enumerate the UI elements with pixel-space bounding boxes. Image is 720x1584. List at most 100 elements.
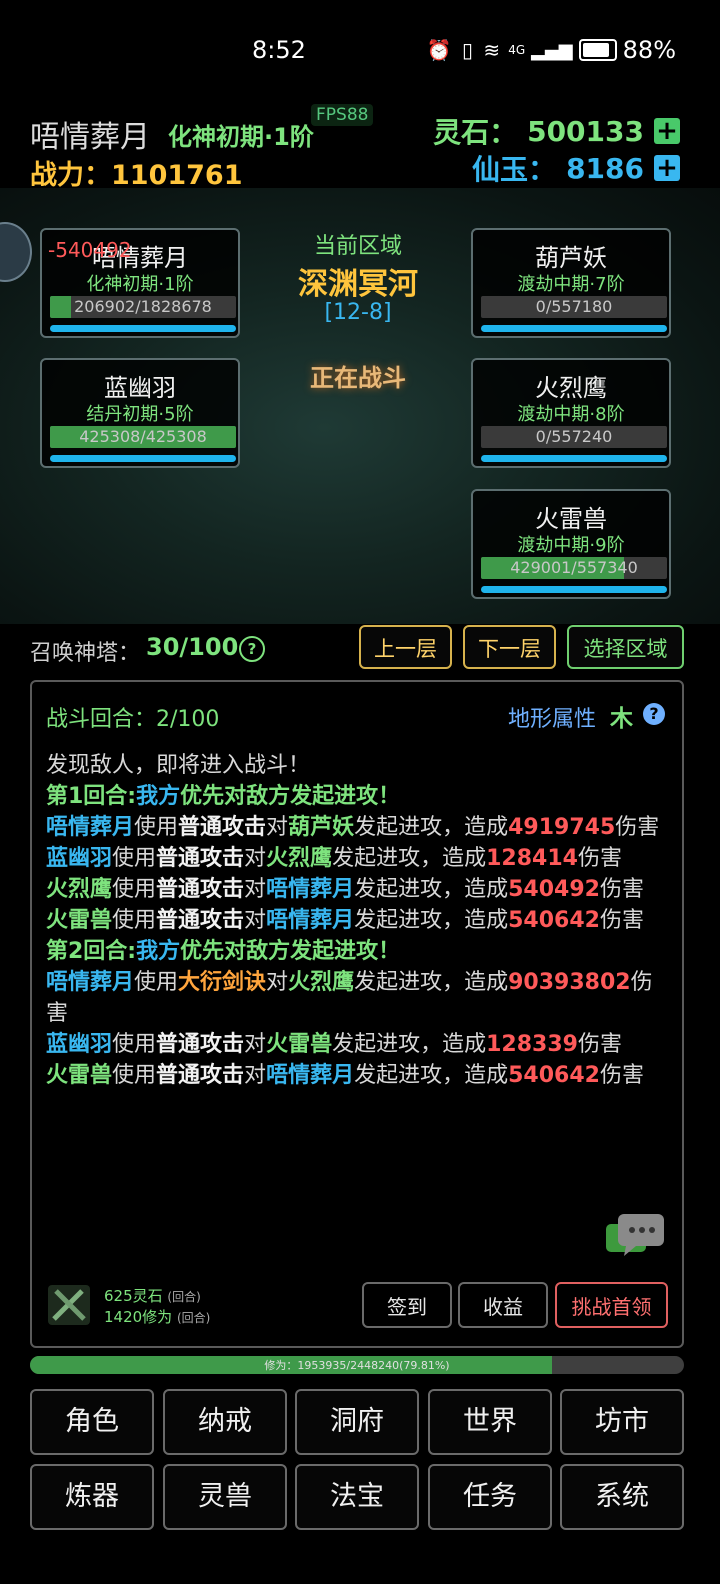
nav-button[interactable]: 法宝 (295, 1464, 419, 1530)
enemy-card[interactable]: 火烈鹰 渡劫中期·8阶 0/557240 (471, 358, 671, 468)
add-spirit-stone-icon[interactable]: + (654, 118, 680, 144)
log-segment: 蓝幽羽 (46, 846, 113, 871)
log-segment: 唔情葬月 (266, 1063, 355, 1088)
ally-card[interactable]: 蓝幽羽 结丹初期·5阶 425308/425308 (40, 358, 240, 468)
log-segment: 128339 (486, 1032, 578, 1057)
unit-name: 火烈鹰 (535, 374, 607, 402)
log-segment: 对 (244, 846, 267, 871)
log-segment: 发起进攻，造成 (354, 908, 509, 933)
nav-button[interactable]: 系统 (560, 1464, 684, 1530)
log-segment: 发起进攻，造成 (332, 1032, 487, 1057)
hp-text: 0/557180 (535, 297, 613, 316)
log-segment: 火雷兽 (46, 1063, 113, 1088)
log-segment: 发起进攻！ (290, 939, 401, 964)
log-line: 蓝幽羽使用普通攻击对火雷兽发起进攻，造成128339伤害 (46, 1029, 671, 1060)
status-time: 8:52 (252, 36, 306, 64)
crossed-swords-icon (48, 1285, 90, 1325)
nav-button[interactable]: 任务 (428, 1464, 552, 1530)
log-line: 第2回合:我方优先对敌方发起进攻！ (46, 936, 671, 967)
enemy-card[interactable]: 葫芦妖 渡劫中期·7阶 0/557180 (471, 228, 671, 338)
tower-help-icon[interactable]: ? (239, 636, 265, 662)
unit-name: 蓝幽羽 (104, 374, 176, 402)
terrain-help-icon[interactable]: ? (643, 703, 665, 725)
log-segment: 对 (244, 877, 267, 902)
round-counter: 战斗回合：2/100 (46, 707, 220, 732)
log-segment: 唔情葬月 (266, 908, 355, 933)
challenge-boss-button[interactable]: 挑战首领 (555, 1282, 668, 1328)
area-code: [12-8] (324, 300, 392, 325)
next-floor-button[interactable]: 下一层 (463, 625, 556, 669)
log-segment: 火雷兽 (46, 908, 113, 933)
log-segment: 发起进攻！ (290, 784, 401, 809)
player-name[interactable]: 唔情葬月 (30, 112, 150, 156)
log-segment: 伤害 (599, 877, 644, 902)
log-segment: 敌方 (246, 784, 291, 809)
income-button[interactable]: 收益 (458, 1282, 548, 1328)
unit-realm: 化神初期·1阶 (86, 274, 194, 295)
select-area-button[interactable]: 选择区域 (567, 625, 684, 669)
log-segment: 普通攻击 (156, 1032, 245, 1057)
nav-button[interactable]: 灵兽 (163, 1464, 287, 1530)
reward-stone: 625灵石 (回合) (104, 1285, 201, 1306)
log-segment: 普通攻击 (156, 877, 245, 902)
log-line: 唔情葬月使用普通攻击对葫芦妖发起进攻，造成4919745伤害 (46, 812, 671, 843)
log-segment: 伤害 (577, 1032, 622, 1057)
log-segment: 伤害 (615, 815, 660, 840)
log-line: 火烈鹰使用普通攻击对唔情葬月发起进攻，造成540492伤害 (46, 874, 671, 905)
nav-button[interactable]: 洞府 (295, 1389, 419, 1455)
spirit-stone-label: 灵石： (433, 116, 518, 149)
add-immortal-jade-icon[interactable]: + (654, 155, 680, 181)
log-line: 火雷兽使用普通攻击对唔情葬月发起进攻，造成540642伤害 (46, 905, 671, 936)
status-icons: ⏰ ▯ ≋ 4G ▂▄▆ 88% (427, 36, 676, 64)
log-segment: 使用 (134, 815, 179, 840)
chat-icon[interactable] (606, 1212, 666, 1260)
nav-button[interactable]: 世界 (428, 1389, 552, 1455)
signal-icon: ▂▄▆ (531, 39, 573, 61)
log-line: 发现敌人，即将进入战斗！ (46, 750, 671, 781)
log-segment: 葫芦妖 (288, 815, 355, 840)
tower-label: 召唤神塔： (30, 641, 141, 666)
log-segment: 540642 (508, 908, 600, 933)
log-segment: 540642 (508, 1063, 600, 1088)
spirit-stone-value: 500133 (527, 114, 644, 148)
terrain-label: 地形属性 (508, 707, 597, 732)
energy-bar (50, 325, 236, 332)
log-segment: 发起进攻，造成 (354, 970, 509, 995)
log-segment: 4919745 (508, 815, 616, 840)
log-segment: 对 (244, 1063, 267, 1088)
signin-button[interactable]: 签到 (362, 1282, 452, 1328)
log-segment: 发起进攻，造成 (354, 877, 509, 902)
terrain-value: 木 (610, 706, 633, 732)
nav-button[interactable]: 坊市 (560, 1389, 684, 1455)
unit-realm: 渡劫中期·8阶 (517, 404, 625, 425)
nav-button[interactable]: 纳戒 (163, 1389, 287, 1455)
log-segment: 128414 (486, 846, 578, 871)
hp-bar: 0/557240 (481, 426, 667, 448)
nav-button[interactable]: 炼器 (30, 1464, 154, 1530)
enemy-card[interactable]: 火雷兽 渡劫中期·9阶 429001/557340 (471, 489, 671, 599)
log-line: 蓝幽羽使用普通攻击对火烈鹰发起进攻，造成128414伤害 (46, 843, 671, 874)
log-segment: 第2回合: (46, 939, 137, 964)
unit-name: 火雷兽 (535, 505, 607, 533)
log-segment: 火烈鹰 (288, 970, 355, 995)
hp-bar: 0/557180 (481, 296, 667, 318)
area-name: 深渊冥河 (298, 267, 418, 302)
log-segment: 对 (244, 1032, 267, 1057)
log-segment: 优先对 (180, 784, 247, 809)
nav-button[interactable]: 角色 (30, 1389, 154, 1455)
log-segment: 使用 (112, 1063, 157, 1088)
log-segment: 我方 (136, 939, 181, 964)
energy-bar (481, 455, 667, 462)
reward-unit: (回合) (176, 1311, 211, 1325)
log-segment: 第1回合: (46, 784, 137, 809)
cultivation-text: 修为：1953935/2448240(79.81%) (264, 1359, 450, 1372)
log-segment: 大衍剑诀 (178, 970, 267, 995)
prev-floor-button[interactable]: 上一层 (359, 625, 452, 669)
fps-counter: FPS88 (311, 104, 374, 126)
log-segment: 发起进攻，造成 (332, 846, 487, 871)
reward-cultivation: 1420修为 (回合) (104, 1306, 210, 1327)
log-segment: 唔情葬月 (266, 877, 355, 902)
power-value: 1101761 (111, 160, 243, 191)
unit-realm: 渡劫中期·9阶 (517, 535, 625, 556)
hp-text: 206902/1828678 (74, 297, 212, 316)
